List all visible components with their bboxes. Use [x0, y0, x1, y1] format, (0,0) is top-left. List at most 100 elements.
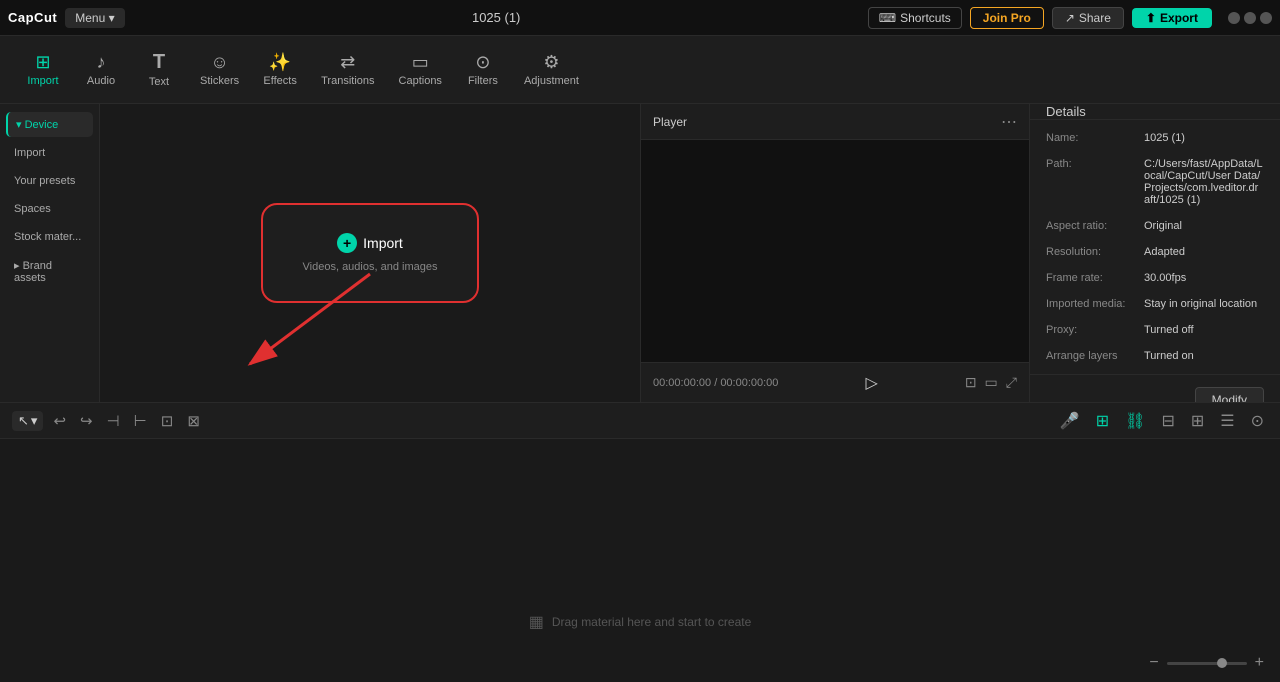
share-button[interactable]: ↗ Share	[1052, 7, 1124, 29]
minimize-button[interactable]	[1228, 12, 1240, 24]
details-content: Name: 1025 (1) Path: C:/Users/fast/AppDa…	[1030, 120, 1280, 374]
screenshot-button[interactable]: ⊡	[965, 374, 977, 391]
sidebar-device-label: ▾ Device	[16, 119, 58, 131]
fullscreen-button[interactable]: ⤢	[1006, 374, 1017, 391]
timeline-left-tools: ↖ ▾ ↩ ↪ ⊣ ⊢ ⊡ ⊠	[12, 410, 204, 432]
tool-text[interactable]: T Text	[132, 46, 186, 94]
media-area: + Import Videos, audios, and images	[100, 104, 640, 402]
player-viewport	[641, 140, 1029, 362]
player-header: Player ⋯	[641, 104, 1029, 140]
snap-button[interactable]: ⊟	[1157, 409, 1178, 433]
close-button[interactable]	[1260, 12, 1272, 24]
sidebar-item-stock-material[interactable]: Stock mater...	[6, 225, 93, 249]
timeline-right-tools: 🎤 ⊞ ⛓ ⊟ ⊞ ☰ ⊙ − +	[1056, 409, 1268, 433]
tool-stickers-label: Stickers	[200, 75, 239, 87]
detail-imported-media-row: Imported media: Stay in original locatio…	[1046, 298, 1264, 310]
detail-name-value: 1025 (1)	[1144, 132, 1185, 144]
keyboard-icon: ⌨	[879, 11, 896, 25]
shortcuts-button[interactable]: ⌨ Shortcuts	[868, 7, 962, 29]
cursor-select[interactable]: ↖ ▾	[12, 411, 43, 431]
tool-audio[interactable]: ♪ Audio	[74, 47, 128, 93]
detail-name-row: Name: 1025 (1)	[1046, 132, 1264, 144]
toolbar: ⊞ Import ♪ Audio T Text ☺ Stickers ✨ Eff…	[0, 36, 1280, 104]
transitions-icon: ⇄	[340, 53, 355, 71]
tool-effects[interactable]: ✨ Effects	[253, 47, 307, 93]
details-footer: Modify	[1030, 374, 1280, 402]
sidebar-import-label: Import	[14, 147, 45, 159]
drag-hint-text: Drag material here and start to create	[552, 615, 751, 629]
tool-filters-label: Filters	[468, 75, 498, 87]
project-title: 1025 (1)	[472, 10, 520, 25]
app-logo: CapCut	[8, 10, 57, 25]
tool-audio-label: Audio	[87, 75, 115, 87]
join-pro-button[interactable]: Join Pro	[970, 7, 1044, 29]
player-controls: 00:00:00:00 / 00:00:00:00 ▷ ⊡ ▭ ⤢	[641, 362, 1029, 402]
tool-captions[interactable]: ▭ Captions	[389, 47, 452, 93]
detail-name-label: Name:	[1046, 132, 1136, 144]
import-box-text: Import	[363, 235, 403, 251]
player-menu-button[interactable]: ⋯	[1001, 112, 1017, 132]
aspect-ratio-button[interactable]: ▭	[985, 374, 998, 391]
play-button[interactable]: ▷	[865, 373, 877, 393]
detail-path-label: Path:	[1046, 158, 1136, 170]
redo-button[interactable]: ↪	[76, 410, 97, 432]
split-button[interactable]: ⊢	[130, 410, 151, 432]
settings-button[interactable]: ⊙	[1247, 409, 1268, 433]
left-panel: ▾ Device Import Your presets Spaces Stoc…	[0, 104, 100, 402]
tool-transitions-label: Transitions	[321, 75, 374, 87]
detail-aspect-value: Original	[1144, 220, 1182, 232]
detail-aspect-row: Aspect ratio: Original	[1046, 220, 1264, 232]
detail-framerate-label: Frame rate:	[1046, 272, 1136, 284]
export-icon: ⬆	[1146, 11, 1156, 25]
sidebar-item-your-presets[interactable]: Your presets	[6, 169, 93, 193]
sidebar-item-brand-assets[interactable]: ▸ Brand assets	[6, 253, 93, 290]
tool-filters[interactable]: ⊙ Filters	[456, 47, 510, 93]
undo-button[interactable]: ↩	[49, 410, 70, 432]
tool-stickers[interactable]: ☺ Stickers	[190, 47, 249, 93]
detail-proxy-label: Proxy:	[1046, 324, 1136, 336]
detail-framerate-value: 30.00fps	[1144, 272, 1186, 284]
player-panel: Player ⋯ 00:00:00:00 / 00:00:00:00 ▷ ⊡ ▭…	[640, 104, 1030, 402]
tool-import[interactable]: ⊞ Import	[16, 47, 70, 93]
tool-transitions[interactable]: ⇄ Transitions	[311, 47, 384, 93]
sidebar-item-spaces[interactable]: Spaces	[6, 197, 93, 221]
detail-path-row: Path: C:/Users/fast/AppData/Local/CapCut…	[1046, 158, 1264, 206]
mic-button[interactable]: 🎤	[1056, 409, 1084, 433]
tool-captions-label: Captions	[399, 75, 442, 87]
tool-adjustment[interactable]: ⚙ Adjustment	[514, 47, 589, 93]
timeline-toolbar: ↖ ▾ ↩ ↪ ⊣ ⊢ ⊡ ⊠ 🎤 ⊞ ⛓ ⊟ ⊞ ☰ ⊙ − +	[0, 403, 1280, 439]
modify-button[interactable]: Modify	[1195, 387, 1264, 402]
player-right-controls: ⊡ ▭ ⤢	[965, 374, 1017, 391]
details-title: Details	[1046, 104, 1086, 119]
detail-path-value: C:/Users/fast/AppData/Local/CapCut/User …	[1144, 158, 1264, 206]
filters-icon: ⊙	[475, 53, 490, 71]
crop-button[interactable]: ⊡	[157, 410, 178, 432]
magnet-button[interactable]: ⊞	[1092, 409, 1113, 433]
sidebar-item-device[interactable]: ▾ Device	[6, 112, 93, 137]
stickers-icon: ☺	[210, 53, 228, 71]
top-bar: CapCut Menu ▾ 1025 (1) ⌨ Shortcuts Join …	[0, 0, 1280, 36]
layout-button[interactable]: ☰	[1216, 409, 1238, 433]
captions-icon: ▭	[412, 53, 429, 71]
details-header: Details	[1030, 104, 1280, 120]
sidebar-item-import[interactable]: Import	[6, 141, 93, 165]
timeline-content: ▦ Drag material here and start to create	[0, 439, 1280, 682]
import-box-subtitle: Videos, audios, and images	[303, 261, 438, 273]
menu-button[interactable]: Menu ▾	[65, 8, 124, 28]
import-drop-zone[interactable]: + Import Videos, audios, and images	[261, 203, 480, 303]
link-button[interactable]: ⛓	[1121, 409, 1149, 433]
export-button[interactable]: ⬆ Export	[1132, 8, 1212, 28]
adjustment-icon: ⚙	[543, 53, 559, 71]
detail-aspect-label: Aspect ratio:	[1046, 220, 1136, 232]
drag-hint: ▦ Drag material here and start to create	[529, 612, 752, 632]
guide-button[interactable]: ⊞	[1187, 409, 1208, 433]
split-head-button[interactable]: ⊣	[103, 410, 124, 432]
maximize-button[interactable]	[1244, 12, 1256, 24]
sidebar-spaces-label: Spaces	[14, 203, 51, 215]
plus-symbol: +	[343, 236, 351, 250]
detail-arrange-value: Turned on	[1144, 350, 1194, 362]
main-content: ▾ Device Import Your presets Spaces Stoc…	[0, 104, 1280, 402]
delete-button[interactable]: ⊠	[183, 410, 204, 432]
detail-resolution-row: Resolution: Adapted	[1046, 246, 1264, 258]
share-label: Share	[1079, 11, 1111, 25]
